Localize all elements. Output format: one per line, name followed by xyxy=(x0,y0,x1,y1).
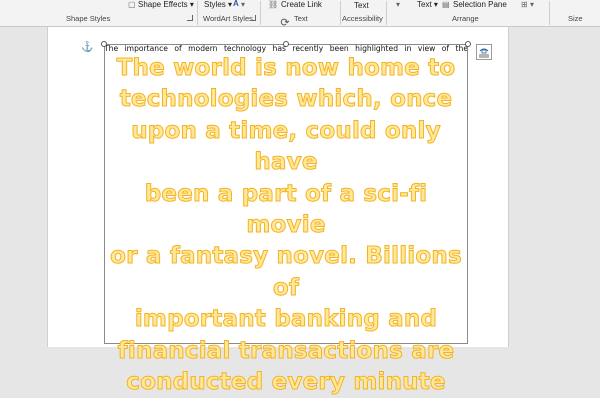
layout-options-button[interactable] xyxy=(476,44,492,60)
chevron-down-icon: ▾ xyxy=(189,0,194,9)
wrap-text-label: Text xyxy=(417,0,432,9)
wordart-quick-styles-button[interactable]: Styles ▾ xyxy=(204,0,232,10)
shape-styles-launcher-icon[interactable] xyxy=(187,15,193,21)
group-separator xyxy=(260,1,261,25)
align-icon[interactable]: ⊞ xyxy=(521,0,528,10)
anchor-icon: ⚓ xyxy=(81,42,94,53)
wordart-line: important banking and xyxy=(134,306,438,333)
wordart-styles-launcher-icon[interactable] xyxy=(250,15,256,21)
wordart-line: financial transactions are xyxy=(117,337,455,364)
layout-options-icon xyxy=(479,48,489,58)
resize-handle-top-right[interactable] xyxy=(465,41,471,47)
group-label-accessibility: Accessibility xyxy=(342,14,383,23)
styles-label: Styles xyxy=(204,0,226,9)
wordart-line: upon a time, could only have xyxy=(131,117,441,176)
shape-effects-label: Shape Effects xyxy=(138,0,188,9)
wrap-text-button[interactable]: Text ▾ xyxy=(417,0,438,10)
alt-text-button[interactable]: Text xyxy=(354,1,369,11)
group-label-wordart-styles: WordArt Styles xyxy=(203,14,253,23)
selection-pane-button[interactable]: Selection Pane xyxy=(453,0,507,10)
group-separator xyxy=(197,1,198,25)
shape-effects-button[interactable]: Shape Effects ▾ xyxy=(138,0,194,10)
wordart-line: technologies which, once xyxy=(119,86,453,113)
ribbon: ▢ Shape Effects ▾ Shape Styles Styles ▾ … xyxy=(0,0,600,27)
group-label-arrange: Arrange xyxy=(452,14,479,23)
selection-pane-icon: ▤ xyxy=(442,0,450,9)
group-separator xyxy=(549,1,550,25)
chevron-down-icon: ▾ xyxy=(228,0,233,9)
wordart-line: conducted every minute xyxy=(126,369,446,396)
group-label-shape-styles: Shape Styles xyxy=(66,14,111,23)
text-effects-icon[interactable]: A xyxy=(233,0,239,9)
create-link-button[interactable]: Create Link xyxy=(281,0,322,10)
resize-handle-top-left[interactable] xyxy=(101,41,107,47)
group-separator xyxy=(340,1,341,25)
group-label-text: Text xyxy=(294,14,308,23)
chevron-down-icon[interactable]: ▾ xyxy=(396,0,400,10)
rotate-handle-icon[interactable]: ⟳ xyxy=(280,18,290,29)
chevron-down-icon: ▾ xyxy=(433,0,438,9)
group-separator xyxy=(386,1,387,25)
wordart-text[interactable]: The world is now home to technologies wh… xyxy=(108,53,464,398)
shape-effects-icon: ▢ xyxy=(128,0,136,9)
wordart-line: or a fantasy novel. Billions of xyxy=(110,243,463,301)
chevron-down-icon[interactable]: ▾ xyxy=(530,0,534,10)
group-label-size: Size xyxy=(568,14,583,23)
link-icon: ⛓ xyxy=(268,0,279,9)
wordart-line: been a part of a sci-fi movie xyxy=(144,180,428,239)
resize-handle-top-middle[interactable] xyxy=(283,41,289,47)
wordart-line: The world is now home to xyxy=(116,54,456,81)
chevron-down-icon[interactable]: ▾ xyxy=(241,0,245,10)
